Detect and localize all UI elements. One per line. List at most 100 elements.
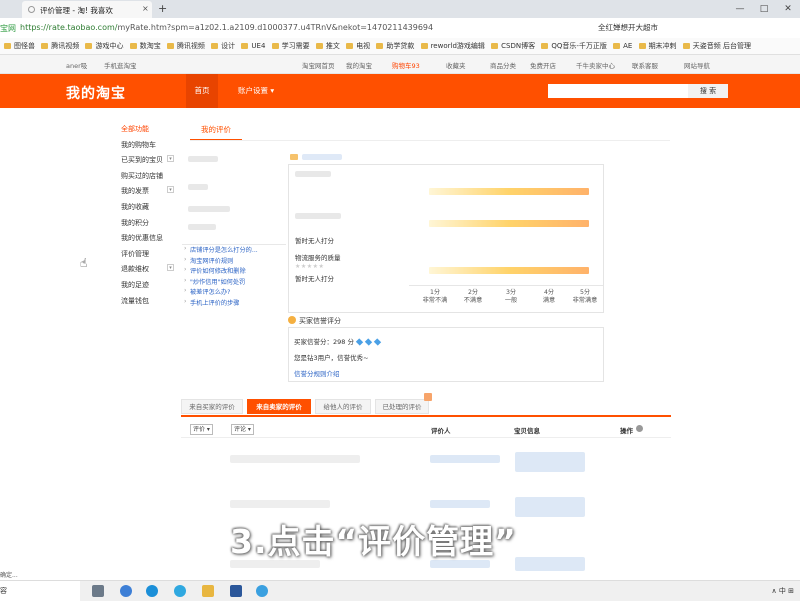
minimize-button[interactable]: —: [728, 0, 752, 18]
user-icon: [288, 316, 296, 324]
word-icon[interactable]: [230, 585, 242, 597]
folder-icon: [166, 43, 174, 49]
site-top-nav: aner吸 手机逛淘宝 淘宝网首页 我的淘宝 购物车93 收藏夹 商品分类 免费…: [0, 55, 800, 74]
bookmark-item[interactable]: 图怪兽: [4, 38, 35, 54]
open-store-link[interactable]: 免费开店: [530, 60, 556, 70]
help-icon[interactable]: [636, 425, 643, 432]
bookmark-item[interactable]: UE4: [241, 38, 265, 54]
sidebar: 全部功能 我的购物车 已买到的宝贝 ▾ 购买过的店铺 我的发票 ▾ 我的收藏 我的积…: [121, 124, 181, 311]
folder-icon: [376, 43, 384, 49]
nav-home[interactable]: 首页: [186, 74, 218, 108]
faq-link[interactable]: "炒作信用"如何处罚: [182, 277, 286, 288]
faq-link[interactable]: 评价如何修改和删除: [182, 266, 286, 277]
scale-label: 4分 满意: [542, 289, 556, 304]
sidebar-item-invoice[interactable]: 我的发票 ▾: [121, 186, 181, 202]
faq-link[interactable]: 淘宝网评价规则: [182, 256, 286, 267]
sidebar-item-all[interactable]: 全部功能: [121, 124, 181, 140]
cart-link[interactable]: 购物车93: [392, 60, 420, 70]
bookmark-item[interactable]: QQ音乐-千万正版: [541, 38, 607, 54]
faq-link[interactable]: 店铺评分是怎么打分的...: [182, 245, 286, 256]
rate-filter-select[interactable]: 评价 ▾: [190, 424, 213, 435]
folder-icon: [271, 43, 279, 49]
bookmark-item[interactable]: 数淘宝: [129, 38, 161, 54]
category-link[interactable]: 商品分类: [490, 60, 516, 70]
bookmark-item[interactable]: reworld游戏编辑: [420, 38, 485, 54]
folder-icon: [4, 43, 11, 49]
tab-from-buyers[interactable]: 来自买家的评价: [181, 399, 243, 414]
close-window-button[interactable]: ✕: [776, 0, 800, 18]
tab-my-rates[interactable]: 我的评价: [190, 123, 242, 141]
url-field[interactable]: https://rate.taobao.com/myRate.htm?spm=a…: [20, 23, 433, 32]
expand-icon[interactable]: ▾: [167, 264, 174, 272]
site-nav-link[interactable]: 网站导航: [684, 60, 710, 70]
my-taobao-logo[interactable]: 我的淘宝: [66, 83, 126, 103]
expand-icon[interactable]: ▾: [167, 155, 174, 163]
edge-icon[interactable]: [146, 585, 158, 597]
url-host: https://rate.taobao.com/: [20, 23, 118, 32]
browser-icon[interactable]: [256, 585, 268, 597]
favorites-link[interactable]: 收藏夹: [446, 60, 466, 70]
folder-icon: [420, 43, 428, 49]
bookmark-item[interactable]: 助学贷款: [376, 38, 414, 54]
expand-icon[interactable]: ▾: [167, 186, 174, 194]
sidebar-item-cart[interactable]: 我的购物车: [121, 140, 181, 156]
browser-tab[interactable]: 评价管理 - 淘! 我喜欢 ×: [22, 1, 152, 18]
tab-from-sellers[interactable]: 来自卖家的评价: [247, 399, 311, 414]
seller-center-link[interactable]: 千牛卖家中心: [576, 60, 615, 70]
home-link[interactable]: 淘宝网首页: [302, 60, 335, 70]
bookmark-item[interactable]: AE: [613, 38, 632, 54]
sidebar-item-points[interactable]: 我的积分: [121, 218, 181, 234]
close-tab-icon[interactable]: ×: [142, 4, 149, 13]
customer-service-link[interactable]: 联系客服: [632, 60, 658, 70]
sidebar-item-rate-manage[interactable]: 评价管理: [121, 249, 181, 265]
sidebar-item-shops[interactable]: 购买过的店铺: [121, 171, 181, 187]
bookmark-item[interactable]: 推文: [315, 38, 340, 54]
bookmark-item[interactable]: 电视: [346, 38, 370, 54]
sidebar-item-data-wallet[interactable]: 流量钱包: [121, 296, 181, 312]
credit-score: 买家信誉分：298 分: [294, 336, 382, 346]
search-button[interactable]: 搜 索: [688, 84, 728, 98]
bookmark-item[interactable]: CSDN博客: [491, 38, 535, 54]
user-link[interactable]: aner吸: [66, 60, 87, 70]
folder-icon: [41, 43, 49, 49]
folder-icon: [541, 43, 549, 49]
new-tab-button[interactable]: +: [158, 2, 167, 15]
tab-handled[interactable]: 已处理的评价: [375, 399, 429, 414]
sidebar-item-footprint[interactable]: 我的足迹: [121, 280, 181, 296]
bookmark-item[interactable]: 期末冲刺: [638, 38, 677, 54]
faq-link[interactable]: 被差评怎么办?: [182, 287, 286, 298]
task-view-icon[interactable]: [92, 585, 104, 597]
mobile-link[interactable]: 手机逛淘宝: [104, 60, 137, 70]
bookmark-item[interactable]: 学习需要: [271, 38, 310, 54]
bookmark-item[interactable]: 游戏中心: [85, 38, 123, 54]
nav-account-settings[interactable]: 账户设置 ▾: [238, 74, 274, 108]
bookmark-item[interactable]: 腾讯视频: [166, 38, 205, 54]
bookmark-item[interactable]: 天姿音频 后台管理: [682, 38, 751, 54]
system-tray[interactable]: ∧ 中 ⊞: [772, 581, 794, 601]
bookmarks-bar: 图怪兽 腾讯视频 游戏中心 数淘宝 腾讯视频 设计 UE4 学习需要 推文 电视…: [0, 38, 800, 55]
credit-rules-link[interactable]: 信誉分规则介绍: [294, 368, 340, 378]
tab-to-others[interactable]: 给他人的评价: [315, 399, 371, 414]
faq-link[interactable]: 手机上评价的步骤: [182, 298, 286, 309]
app-icon[interactable]: [120, 585, 132, 597]
file-explorer-icon[interactable]: [202, 585, 214, 597]
comment-filter-select[interactable]: 评论 ▾: [231, 424, 254, 435]
sidebar-item-coupons[interactable]: 我的优惠信息: [121, 233, 181, 249]
sidebar-item-favorites[interactable]: 我的收藏: [121, 202, 181, 218]
my-taobao-link[interactable]: 我的淘宝: [346, 60, 372, 70]
maximize-button[interactable]: □: [752, 0, 776, 18]
search-suggestion[interactable]: 全红婵想开大超市: [598, 23, 658, 32]
browser-icon[interactable]: [174, 585, 186, 597]
sidebar-item-bought[interactable]: 已买到的宝贝 ▾: [121, 155, 181, 171]
bookmark-item[interactable]: 腾讯视频: [41, 38, 79, 54]
folder-icon: [346, 43, 354, 49]
taskbar-search[interactable]: 容: [0, 581, 80, 601]
url-path: myRate.htm?spm=a1z02.1.a2109.d1000377.u4…: [117, 23, 434, 32]
folder-icon: [638, 43, 646, 49]
page-header: 我的淘宝 首页 账户设置 ▾ 搜 索: [0, 74, 800, 108]
bookmark-item[interactable]: 设计: [211, 38, 235, 54]
address-bar: 宝网 https://rate.taobao.com/myRate.htm?sp…: [0, 18, 800, 39]
folder-icon: [491, 43, 499, 49]
sidebar-item-refund[interactable]: 退款维权 ▾: [121, 264, 181, 280]
search-input[interactable]: [548, 84, 688, 98]
